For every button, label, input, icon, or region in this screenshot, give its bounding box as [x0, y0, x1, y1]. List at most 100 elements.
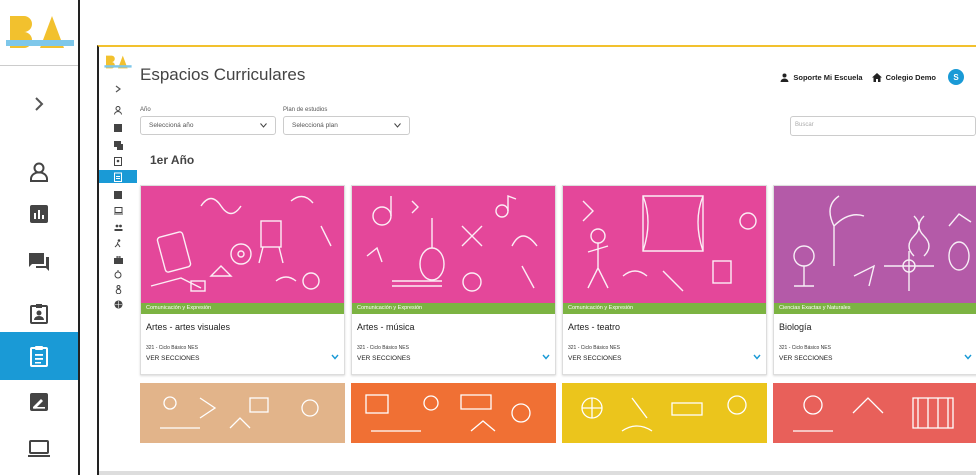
- mini-reports[interactable]: [107, 121, 129, 134]
- bar-chart-icon: [114, 123, 122, 132]
- mini-activities[interactable]: [107, 237, 129, 250]
- card-title: Artes - teatro: [568, 322, 621, 332]
- mini-users[interactable]: [107, 104, 129, 117]
- sidebar-item-students[interactable]: [0, 290, 78, 338]
- briefcase-icon: [113, 255, 123, 264]
- mini-grades[interactable]: [107, 188, 129, 201]
- school-selector[interactable]: Colegio Demo: [886, 73, 936, 82]
- mini-messages[interactable]: [107, 139, 129, 152]
- card-image: [352, 186, 555, 303]
- sidebar-item-messages[interactable]: [0, 238, 78, 286]
- card-subtitle: 321 - Ciclo Básico NES: [779, 345, 831, 351]
- support-link[interactable]: Soporte Mi Escuela: [793, 73, 862, 82]
- geography-doodle-illustration: [581, 395, 747, 432]
- user-icon: [114, 106, 122, 115]
- chevron-down-icon[interactable]: [331, 354, 339, 360]
- mini-health[interactable]: [107, 268, 129, 281]
- sidebar-item-curricular[interactable]: [0, 332, 78, 380]
- card-row2-4[interactable]: [773, 383, 976, 443]
- globe-icon: [114, 300, 122, 309]
- sidebar-item-devices[interactable]: [0, 424, 78, 472]
- expand-sidebar-button[interactable]: [0, 80, 78, 128]
- card-title: Artes - artes visuales: [146, 322, 231, 332]
- biology-doodle-illustration: [793, 195, 972, 291]
- group-icon: [114, 224, 122, 231]
- theatre-doodle-illustration: [582, 195, 757, 292]
- ver-secciones-link[interactable]: VER SECCIONES: [146, 355, 199, 362]
- mini-family[interactable]: [107, 283, 129, 296]
- hand-icon: [114, 270, 122, 279]
- divider: [0, 65, 78, 66]
- card-category: Ciencias Exactas y Naturales: [774, 303, 976, 314]
- expand-sidebar-mini[interactable]: [107, 82, 129, 95]
- card-category: Comunicación y Expresión: [563, 303, 766, 314]
- card-image: [774, 186, 976, 303]
- year-label: Año: [140, 107, 151, 113]
- ba-logo-small: [104, 55, 132, 69]
- plan-select-value: Seleccioná plan: [292, 122, 338, 129]
- chevron-right-icon: [35, 97, 44, 111]
- plan-select[interactable]: Seleccioná plan: [283, 116, 410, 135]
- badge-icon: [114, 157, 122, 166]
- card-row2-1[interactable]: [140, 383, 345, 443]
- ver-secciones-link[interactable]: VER SECCIONES: [568, 355, 621, 362]
- tech-doodle-illustration: [365, 394, 531, 432]
- search-input[interactable]: Buscar: [790, 116, 976, 136]
- badge-icon: [30, 304, 48, 324]
- card-artes-musica[interactable]: Comunicación y Expresión Artes - música …: [351, 185, 556, 375]
- person-running-icon: [114, 239, 121, 248]
- section-title: 1er Año: [150, 153, 195, 167]
- card-subtitle: 321 - Ciclo Básico NES: [357, 345, 409, 351]
- edit-box-icon: [114, 190, 122, 199]
- card-row2-2[interactable]: [351, 383, 556, 443]
- card-image: [141, 186, 344, 303]
- year-select-value: Seleccioná año: [149, 122, 194, 129]
- mini-resources[interactable]: [107, 253, 129, 266]
- app-frame: Espacios Curriculares Soporte Mi Escuela…: [97, 45, 976, 475]
- mini-web[interactable]: [107, 298, 129, 311]
- chevron-down-icon[interactable]: [753, 354, 761, 360]
- mini-curricular[interactable]: [99, 170, 137, 183]
- chat-icon: [113, 141, 123, 150]
- social-doodle-illustration: [160, 396, 319, 429]
- ba-logo: [6, 16, 74, 48]
- card-title: Biología: [779, 322, 812, 332]
- music-doodle-illustration: [366, 194, 538, 292]
- card-category: Comunicación y Expresión: [352, 303, 555, 314]
- sidebar-item-users[interactable]: [0, 148, 78, 196]
- ver-secciones-link[interactable]: VER SECCIONES: [779, 355, 832, 362]
- card-subtitle: 321 - Ciclo Básico NES: [568, 345, 620, 351]
- mini-students[interactable]: [107, 155, 129, 168]
- mini-sidebar: [99, 47, 137, 475]
- chevron-down-icon[interactable]: [964, 354, 972, 360]
- user-icon: [780, 73, 789, 82]
- card-artes-visuales[interactable]: Comunicación y Expresión Artes - artes v…: [140, 185, 345, 375]
- edit-box-icon: [30, 393, 48, 411]
- header-actions: Soporte Mi Escuela Colegio Demo S: [780, 69, 964, 85]
- horizontal-scrollbar[interactable]: [99, 471, 976, 475]
- mini-devices[interactable]: [107, 204, 129, 217]
- clipboard-icon: [30, 346, 48, 367]
- chevron-down-icon: [260, 123, 267, 128]
- chevron-down-icon[interactable]: [542, 354, 550, 360]
- clipboard-icon: [114, 172, 122, 182]
- laptop-icon: [113, 206, 123, 214]
- year-select[interactable]: Seleccioná año: [140, 116, 276, 135]
- mini-groups[interactable]: [107, 221, 129, 234]
- card-biologia[interactable]: Ciencias Exactas y Naturales Biología 32…: [773, 185, 976, 375]
- chevron-down-icon: [394, 123, 401, 128]
- card-artes-teatro[interactable]: Comunicación y Expresión Artes - teatro …: [562, 185, 767, 375]
- art-doodle-illustration: [150, 195, 332, 292]
- home-icon: [871, 72, 882, 82]
- bar-chart-icon: [30, 205, 48, 223]
- ver-secciones-link[interactable]: VER SECCIONES: [357, 355, 410, 362]
- card-subtitle: 321 - Ciclo Básico NES: [146, 345, 198, 351]
- sidebar-item-reports[interactable]: [0, 190, 78, 238]
- sidebar-item-grades[interactable]: [0, 378, 78, 426]
- card-row2-3[interactable]: [562, 383, 767, 443]
- card-title: Artes - música: [357, 322, 415, 332]
- zoomed-sidebar: [0, 0, 80, 475]
- avatar[interactable]: S: [948, 69, 964, 85]
- user-icon: [30, 162, 48, 182]
- chevron-right-icon: [115, 85, 121, 92]
